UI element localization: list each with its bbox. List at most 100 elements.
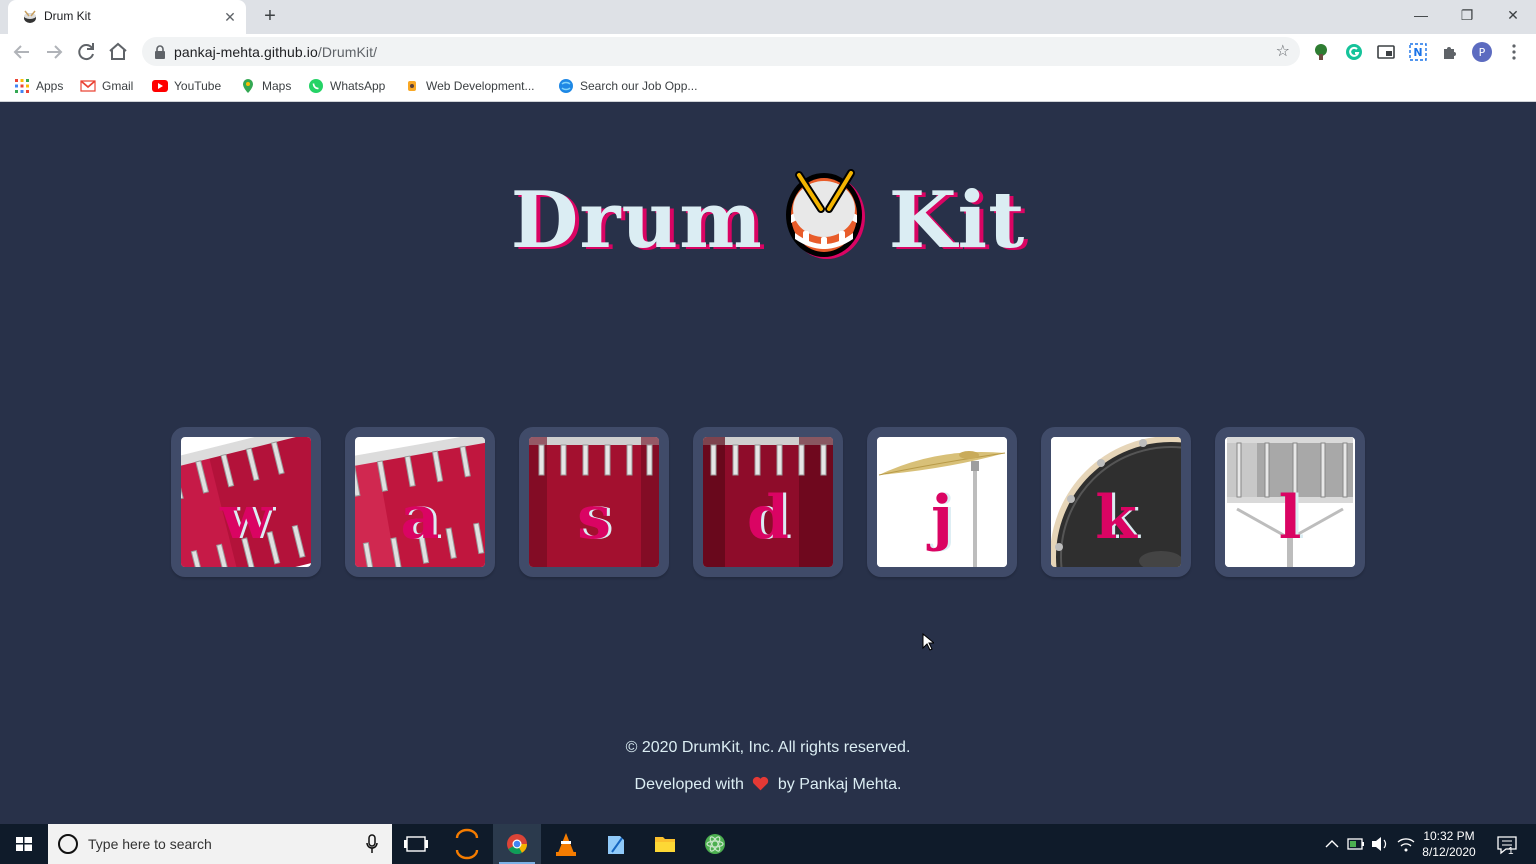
svg-text:P: P (1479, 46, 1486, 59)
window-restore-button[interactable]: ❐ (1444, 0, 1490, 30)
bookmark-youtube[interactable]: YouTube (152, 76, 221, 96)
window-close-button[interactable]: ✕ (1490, 0, 1536, 30)
bookmark-web-development[interactable]: Web Development... (404, 76, 535, 96)
drum-emoji-icon (785, 169, 865, 259)
microphone-icon[interactable] (366, 834, 378, 854)
task-view-icon[interactable] (392, 824, 440, 864)
sublime-text-icon[interactable] (443, 824, 491, 864)
url-text: pankaj-mehta.github.io/DrumKit/ (174, 44, 377, 60)
maps-pin-icon (243, 79, 253, 93)
taskbar-chrome[interactable] (493, 824, 541, 864)
bookmarks-bar: Apps Gmail YouTube Maps WhatsApp Web Dev… (0, 70, 1536, 102)
title-kit-word: Kit (888, 175, 1026, 266)
taskbar-clock[interactable]: 10:32 PM 8/12/2020 (1414, 828, 1484, 860)
bookmark-label: WhatsApp (330, 79, 386, 93)
title-drum-word: Drum (510, 175, 763, 266)
home-icon[interactable] (106, 40, 130, 64)
job-search-icon (559, 79, 573, 93)
browser-tab-drum-kit[interactable]: Drum Kit ✕ (8, 0, 246, 34)
drum-button-j[interactable]: j (867, 427, 1017, 577)
clock-date: 8/12/2020 (1422, 845, 1476, 859)
url-host: pankaj-mehta.github.io (174, 44, 318, 60)
drum-button-d[interactable]: d (693, 427, 843, 577)
bookmark-job-search[interactable]: Search our Job Opp... (558, 76, 697, 96)
file-explorer-icon[interactable] (641, 824, 689, 864)
mouse-cursor-icon (922, 633, 934, 651)
notification-count-badge: 1 (1508, 846, 1514, 857)
drum-key-letter: k (1095, 483, 1137, 553)
extension-tree-icon[interactable] (1311, 42, 1331, 62)
tab-close-icon[interactable]: ✕ (220, 7, 240, 27)
bookmark-label: Maps (262, 79, 292, 93)
page-title: Drum Kit (0, 165, 1536, 266)
battery-icon[interactable] (1346, 824, 1366, 864)
extensions-puzzle-icon[interactable] (1440, 42, 1460, 62)
apps-grid-icon (15, 79, 29, 93)
windows-start-icon[interactable] (0, 824, 48, 864)
taskbar-search-box[interactable]: Type here to search (48, 824, 392, 864)
tab-title: Drum Kit (44, 9, 91, 23)
drum-button-s[interactable]: s (519, 427, 669, 577)
clock-time: 10:32 PM (1423, 829, 1475, 843)
drum-buttons-row: w a s d j k l (171, 427, 1365, 577)
picture-in-picture-icon[interactable] (1376, 42, 1396, 62)
tray-chevron-up-icon[interactable] (1322, 824, 1342, 864)
back-arrow-icon[interactable] (10, 40, 34, 64)
forward-arrow-icon[interactable] (42, 40, 66, 64)
grammarly-icon[interactable] (1344, 42, 1364, 62)
volume-icon[interactable] (1370, 824, 1390, 864)
wifi-icon[interactable] (1396, 824, 1416, 864)
bookmark-apps[interactable]: Apps (14, 76, 63, 96)
drum-button-l[interactable]: l (1215, 427, 1365, 577)
drum-key-letter: a (400, 483, 440, 553)
windows-taskbar: Type here to search 10:32 PM 8/12/2020 1 (0, 824, 1536, 864)
new-tab-button[interactable]: + (258, 5, 282, 29)
url-path: /DrumKit/ (317, 44, 378, 60)
lock-icon (155, 45, 165, 59)
atom-editor-icon[interactable] (691, 824, 739, 864)
drum-key-letter: j (931, 483, 953, 553)
bookmark-label: Apps (36, 79, 64, 93)
browser-tabstrip: Drum Kit ✕ + — ❐ ✕ (0, 0, 1536, 34)
browser-toolbar: pankaj-mehta.github.io/DrumKit/ ☆ N P (0, 34, 1536, 70)
bookmark-gmail[interactable]: Gmail (80, 76, 133, 96)
notification-icon (1497, 836, 1517, 855)
drum-button-a[interactable]: a (345, 427, 495, 577)
extension-n-icon[interactable]: N (1408, 42, 1428, 62)
bookmark-star-icon[interactable]: ☆ (1276, 41, 1290, 61)
footer-dev-suffix: by Pankaj Mehta. (777, 776, 902, 793)
drum-kit-page: Drum Kit w a s d j k l © 2020 DrumKit, I… (0, 103, 1536, 824)
drum-button-k[interactable]: k (1041, 427, 1191, 577)
youtube-icon (152, 80, 168, 92)
reload-icon[interactable] (74, 40, 98, 64)
notification-center[interactable]: 1 (1492, 824, 1522, 864)
bookmark-whatsapp[interactable]: WhatsApp (308, 76, 385, 96)
profile-avatar-icon[interactable]: P (1472, 42, 1492, 62)
bookmark-label: Web Development... (426, 79, 535, 93)
footer-dev-prefix: Developed with (634, 776, 744, 793)
footer-developer-credit: Developed with by Pankaj Mehta. (0, 776, 1536, 794)
footer-copyright: © 2020 DrumKit, Inc. All rights reserved… (625, 739, 911, 756)
address-bar[interactable]: pankaj-mehta.github.io/DrumKit/ ☆ (142, 37, 1300, 66)
window-minimize-button[interactable]: — (1398, 0, 1444, 30)
bookmark-label: Search our Job Opp... (580, 79, 698, 93)
taskbar-search-placeholder: Type here to search (88, 836, 212, 852)
menu-kebab-icon[interactable] (1504, 42, 1524, 62)
chrome-icon (507, 834, 528, 855)
whatsapp-icon (309, 79, 323, 93)
vlc-icon[interactable] (542, 824, 590, 864)
bookmark-maps[interactable]: Maps (240, 76, 291, 96)
drum-button-w[interactable]: w (171, 427, 321, 577)
web-dev-icon (408, 81, 416, 91)
drum-key-letter: s (577, 483, 611, 553)
svg-text:N: N (1413, 46, 1422, 59)
cortana-circle-icon (58, 834, 78, 854)
drum-favicon-icon (24, 10, 36, 23)
heart-icon (753, 776, 769, 791)
drum-key-letter: l (1278, 483, 1302, 553)
gmail-icon (80, 80, 96, 92)
drum-key-letter: w (220, 483, 272, 553)
bookmark-label: Gmail (102, 79, 134, 93)
notepad-app-icon[interactable] (591, 824, 639, 864)
drum-key-letter: d (747, 483, 789, 553)
